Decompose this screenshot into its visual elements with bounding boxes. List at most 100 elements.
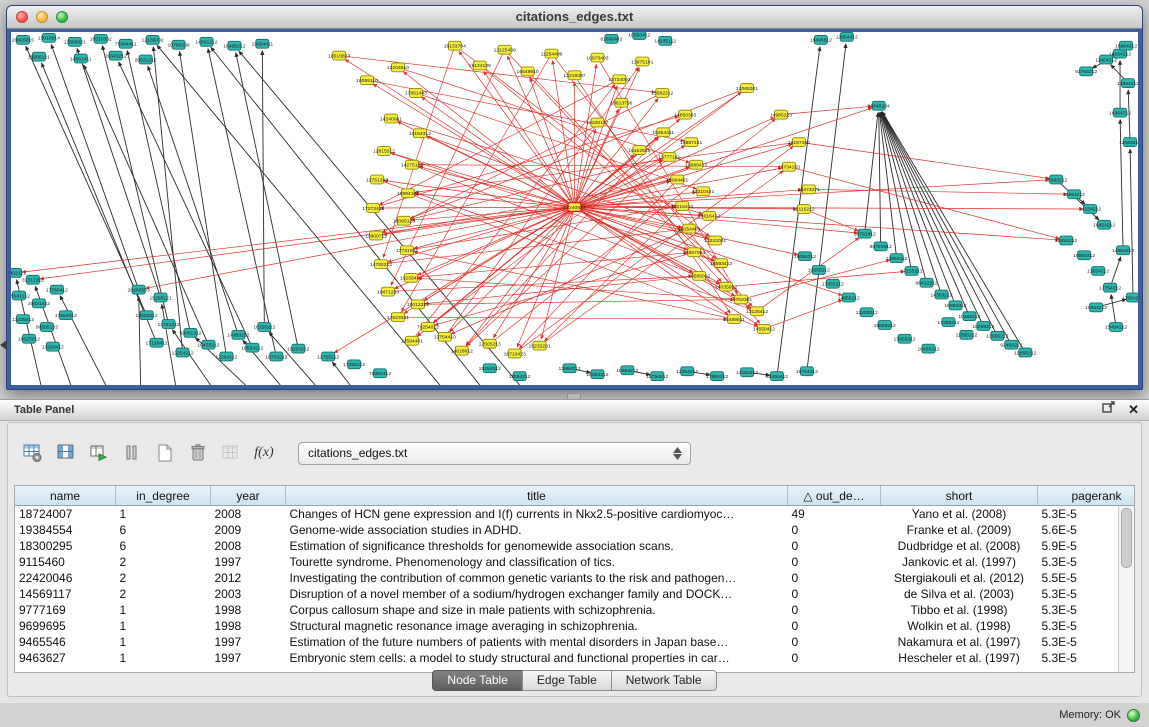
network-node[interactable]: 76254012 (417, 323, 439, 332)
network-node[interactable]: 11855212 (956, 330, 978, 339)
network-node[interactable]: 16625012 (18, 334, 40, 343)
close-panel-icon[interactable]: ✕ (1128, 402, 1139, 418)
network-node[interactable]: 13954212 (558, 364, 580, 373)
column-header[interactable]: name (15, 486, 116, 506)
network-node[interactable]: 10973403 (586, 53, 608, 62)
network-node[interactable]: 13125412 (746, 307, 768, 316)
network-node[interactable]: 17851443 (405, 89, 427, 98)
network-node[interactable]: 16648294 (868, 101, 890, 110)
network-node[interactable]: 13254212 (171, 348, 193, 357)
table-row[interactable]: 1456911722003Disruption of a novel membe… (15, 586, 1135, 602)
minimize-button[interactable] (36, 11, 48, 23)
network-node[interactable]: 11254408 (541, 49, 563, 58)
network-node[interactable]: 10992121 (11, 268, 26, 277)
network-node[interactable]: 12064212 (1119, 138, 1138, 147)
network-node[interactable]: 12255212 (856, 308, 878, 317)
network-node[interactable]: 16354212 (586, 370, 608, 379)
network-node[interactable]: 10994101 (397, 189, 419, 198)
network-node[interactable]: 16854212 (1093, 220, 1115, 229)
network-node[interactable]: 10790298 (167, 40, 189, 49)
network-canvas[interactable]: 2060501515018814125060211651033275084411… (11, 32, 1138, 385)
network-node[interactable]: 15582212 (651, 89, 673, 98)
select-columns-icon[interactable] (53, 440, 79, 466)
network-node[interactable]: 15855212 (1014, 348, 1036, 357)
network-node[interactable]: 18554212 (241, 343, 263, 352)
network-node[interactable]: 14850383 (674, 110, 696, 119)
network-node[interactable]: 31312212 (22, 275, 44, 284)
table-row[interactable]: 977716911998Corpus callosum shape and si… (15, 602, 1135, 618)
network-node[interactable]: 17954212 (706, 372, 728, 381)
network-node[interactable]: 14016412 (698, 211, 720, 220)
network-node[interactable]: 17155212 (901, 267, 923, 276)
network-node[interactable]: 75084411 (115, 39, 137, 48)
network-node[interactable]: 15541212 (11, 291, 30, 300)
network-node[interactable]: 16055212 (794, 252, 816, 261)
network-node[interactable]: 15295121 (150, 293, 172, 302)
network-node[interactable]: 14154212 (736, 368, 758, 377)
table-row[interactable]: 1872400712008Changes of HCN gene express… (15, 506, 1135, 523)
network-node[interactable]: 12264112 (216, 352, 238, 361)
network-node[interactable]: 18255212 (972, 322, 994, 331)
network-node[interactable]: 92450412 (766, 372, 788, 381)
network-node[interactable]: 86791912 (870, 242, 892, 251)
network-node[interactable]: 20021442 (28, 299, 50, 308)
network-node[interactable]: 13975141 (631, 57, 653, 66)
network-node[interactable]: 17754212 (1099, 283, 1121, 292)
table-row[interactable]: 969969511998Structural magnetic resonanc… (15, 618, 1135, 634)
network-node[interactable]: 13216410 (671, 202, 693, 211)
network-node[interactable]: 10753381 (730, 295, 752, 304)
network-node[interactable]: 16155212 (253, 323, 275, 332)
network-node[interactable]: 13225412 (12, 315, 34, 324)
network-node[interactable]: 13055212 (894, 334, 916, 343)
network-node[interactable]: 16585022 (688, 271, 710, 280)
network-node[interactable]: 90505132 (36, 323, 58, 332)
network-node[interactable]: 12219387 (563, 71, 585, 80)
network-node[interactable]: 15354411 (652, 128, 674, 137)
network-node[interactable]: 16162515 (628, 146, 650, 155)
network-node[interactable]: 13954112 (886, 254, 908, 263)
table-row[interactable]: 946362711997Embryonic stem cells: a mode… (15, 650, 1135, 666)
table-scrollbar[interactable] (1118, 506, 1134, 672)
network-node[interactable]: 15454212 (1105, 323, 1127, 332)
column-header[interactable]: pagerank (1038, 486, 1136, 506)
import-table-icon[interactable] (86, 440, 112, 466)
table-row[interactable]: 1938455462009Genome-wide association stu… (15, 522, 1135, 538)
table-row[interactable]: 2242004622012Investigating the contribut… (15, 570, 1135, 586)
network-node[interactable]: 92764212 (1075, 67, 1097, 76)
network-node[interactable]: 14254212 (1079, 205, 1101, 214)
network-node[interactable]: 15018814 (38, 33, 60, 42)
network-node[interactable]: 98412212 (916, 278, 938, 287)
network-node[interactable]: 17455212 (822, 279, 844, 288)
network-node[interactable]: 10753212 (265, 352, 287, 361)
network-node[interactable]: 18964212 (1115, 41, 1137, 50)
network-node[interactable]: 14235112 (654, 36, 676, 45)
float-panel-icon[interactable] (1102, 400, 1116, 420)
network-node[interactable]: 17255212 (937, 318, 959, 327)
network-node[interactable]: 20260503 (128, 285, 150, 294)
network-node[interactable]: 19734093 (608, 75, 630, 84)
network-node[interactable]: 14561212 (195, 37, 217, 46)
network-node[interactable]: 10474271 (798, 185, 820, 194)
network-node[interactable]: 16510332 (90, 34, 112, 43)
network-node[interactable]: 12755212 (317, 352, 339, 361)
column-header[interactable]: short (881, 486, 1038, 506)
network-node[interactable]: 17523341 (387, 313, 409, 322)
network-node[interactable]: 12065301 (736, 84, 758, 93)
zoom-button[interactable] (56, 11, 68, 23)
network-node[interactable]: 17120412 (146, 338, 168, 347)
network-node[interactable]: 17731004 (396, 246, 418, 255)
network-node[interactable]: 16055110 (356, 76, 378, 85)
network-node[interactable]: 10655212 (808, 266, 830, 275)
network-node[interactable]: 20605015 (12, 35, 34, 44)
network-node[interactable]: 18495212 (223, 41, 245, 50)
network-node[interactable]: 16754212 (796, 367, 818, 376)
network-node[interactable]: 15993212 (1045, 175, 1067, 184)
network-node[interactable]: 17554012 (55, 311, 77, 320)
network-node[interactable]: 12204510 (387, 63, 409, 72)
network-node[interactable]: 19054212 (1073, 251, 1095, 260)
network-node[interactable]: 14985223 (770, 110, 792, 119)
column-header[interactable]: title (286, 486, 788, 506)
network-node[interactable]: 18510823 (328, 51, 350, 60)
network-node[interactable]: 14353212 (930, 290, 952, 299)
network-node[interactable]: 12815512 (373, 147, 395, 156)
